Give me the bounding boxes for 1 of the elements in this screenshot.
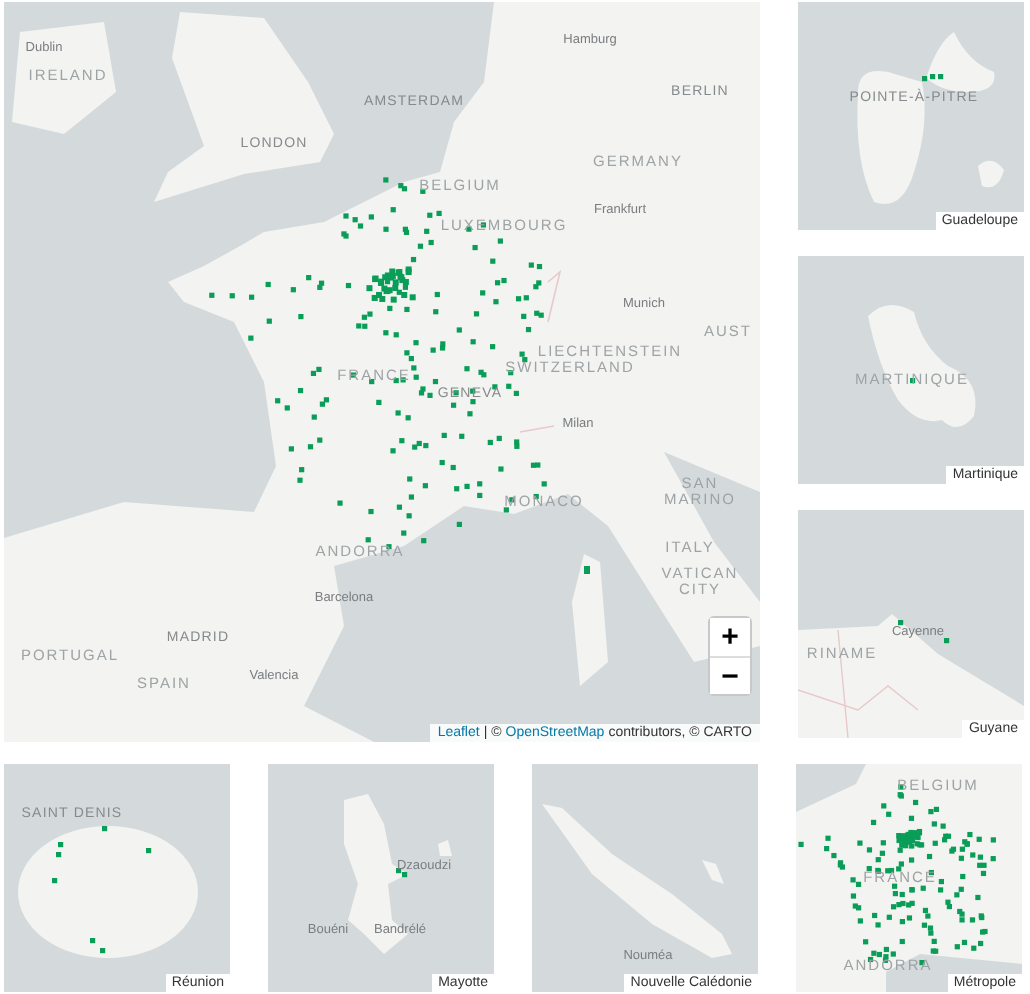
zoom-out-button[interactable]: − — [710, 656, 750, 694]
